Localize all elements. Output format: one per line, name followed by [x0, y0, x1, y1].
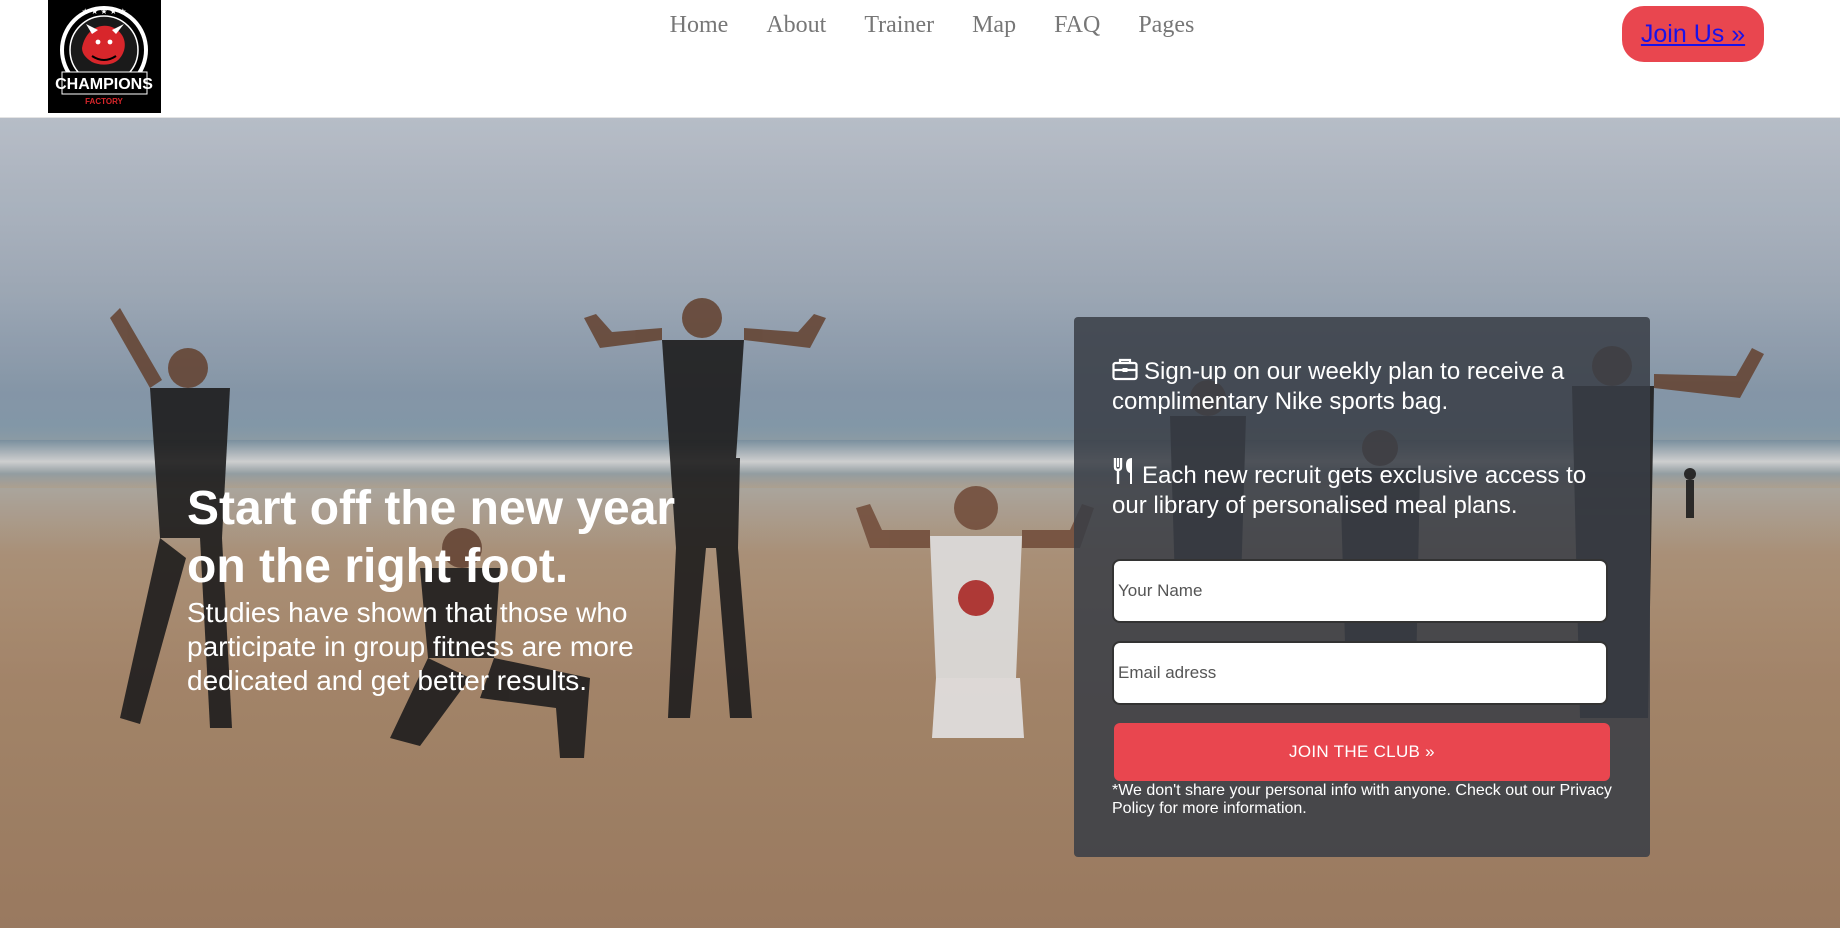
nav-about[interactable]: About [766, 12, 826, 39]
name-input[interactable] [1112, 559, 1608, 623]
email-input[interactable] [1112, 641, 1608, 705]
hero-copy: Start off the new year on the right foot… [187, 480, 727, 698]
perk-meal-plans-text: Each new recruit gets exclusive access t… [1112, 462, 1587, 519]
main-nav: Home About Trainer Map FAQ Pages [0, 12, 1840, 39]
hero-section: Start off the new year on the right foot… [0, 118, 1840, 928]
perk-sports-bag-text: Sign-up on our weekly plan to receive a … [1112, 358, 1565, 415]
nav-pages[interactable]: Pages [1138, 12, 1194, 39]
join-the-club-button[interactable]: JOIN THE CLUB » [1114, 723, 1610, 781]
hero-title: Start off the new year on the right foot… [187, 482, 676, 593]
perk-sports-bag: Sign-up on our weekly plan to receive a … [1112, 357, 1592, 416]
hero-subtitle: Studies have shown that those who partic… [187, 597, 634, 696]
nav-home[interactable]: Home [670, 12, 729, 39]
signup-panel: Sign-up on our weekly plan to receive a … [1074, 317, 1650, 857]
privacy-disclaimer: *We don't share your personal info with … [1112, 782, 1612, 817]
nav-faq[interactable]: FAQ [1054, 12, 1100, 39]
logo-subtext: FACTORY [85, 97, 123, 106]
logo-wordmark: CHAMPIONS [55, 76, 153, 93]
site-header: CHAMPIONS FACTORY ★ ★ ★ ★ ★ Home About T… [0, 0, 1840, 118]
nav-trainer[interactable]: Trainer [864, 12, 934, 39]
join-us-button[interactable]: Join Us » [1622, 6, 1764, 62]
perk-meal-plans: Each new recruit gets exclusive access t… [1112, 457, 1592, 520]
utensils-icon [1112, 457, 1136, 492]
briefcase-icon [1112, 357, 1138, 388]
nav-map[interactable]: Map [972, 12, 1016, 39]
